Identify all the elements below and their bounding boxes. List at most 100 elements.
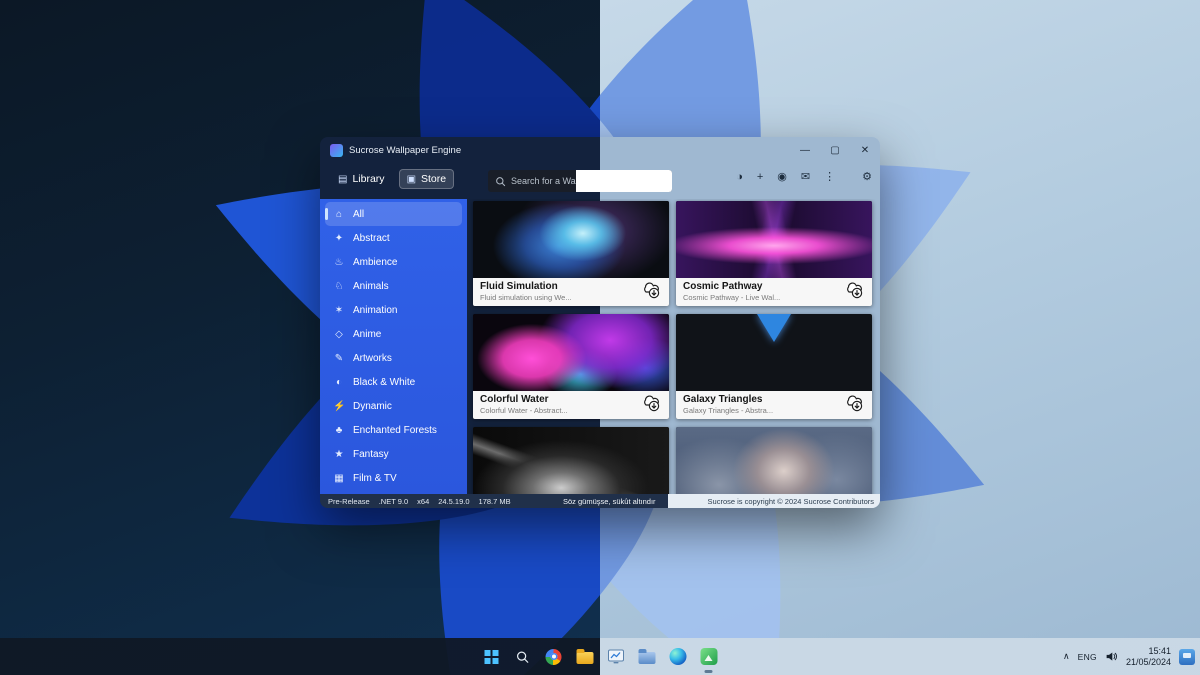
window-title: Sucrose Wallpaper Engine xyxy=(349,144,462,156)
sidebar-item-black-white[interactable]: ◐ Black & White xyxy=(325,370,462,394)
taskbar-search-button[interactable] xyxy=(510,644,536,670)
card-subtitle: Colorful Water - Abstract... xyxy=(480,406,568,415)
browser-icon xyxy=(545,648,562,665)
card-title: Fluid Simulation xyxy=(480,281,558,292)
download-icon[interactable] xyxy=(639,390,663,414)
ambience-icon: ♨ xyxy=(334,256,344,268)
record-icon[interactable]: ◉ xyxy=(777,172,787,183)
theme-toggle-icon[interactable]: ◑ xyxy=(736,172,743,183)
start-button[interactable] xyxy=(479,644,505,670)
card-title: Cosmic Pathway xyxy=(683,281,763,292)
animals-icon: ♘ xyxy=(334,280,344,292)
titlebar[interactable]: Sucrose Wallpaper Engine — ▢ ✕ xyxy=(320,137,880,163)
search-icon xyxy=(516,650,529,663)
sidebar-item-anime[interactable]: ◇ Anime xyxy=(325,322,462,346)
taskbar-sucrose-app-button[interactable] xyxy=(696,644,722,670)
status-dotnet: .NET 9.0 xyxy=(378,496,409,506)
library-icon: ▤ xyxy=(338,173,348,185)
wallpaper-card-galaxy-triangles[interactable]: Galaxy Triangles Galaxy Triangles - Abst… xyxy=(676,314,872,419)
tab-store[interactable]: ▣ Store xyxy=(398,169,455,189)
fantasy-icon: ★ xyxy=(334,448,344,460)
tray-clock[interactable]: 15:41 21/05/2024 xyxy=(1126,646,1171,667)
minimize-button[interactable]: — xyxy=(790,137,820,163)
maximize-button[interactable]: ▢ xyxy=(820,137,850,163)
edge-browser-icon xyxy=(669,648,686,665)
all-icon: ⌂ xyxy=(335,208,343,220)
sidebar-item-fantasy[interactable]: ★ Fantasy xyxy=(325,442,462,466)
status-bar: Pre-Release .NET 9.0 x64 24.5.19.0 178.7… xyxy=(320,494,880,508)
download-icon[interactable] xyxy=(842,390,866,414)
sidebar-item-dynamic[interactable]: ⚡ Dynamic xyxy=(325,394,462,418)
app-window: Sucrose Wallpaper Engine — ▢ ✕ ▤ Library… xyxy=(320,137,880,508)
more-options-icon[interactable]: ⋮ xyxy=(824,172,835,183)
animation-icon: ✶ xyxy=(334,304,344,316)
search-icon xyxy=(496,176,506,186)
notifications-icon xyxy=(1179,648,1195,665)
taskbar-file-explorer-button[interactable] xyxy=(572,644,598,670)
wallpaper-app-icon xyxy=(700,648,717,665)
file-explorer-icon xyxy=(576,649,593,664)
sidebar-item-ambience[interactable]: ♨ Ambience xyxy=(325,250,462,274)
taskbar-monitor-app-button[interactable] xyxy=(603,644,629,670)
feedback-icon[interactable]: ✉ xyxy=(801,172,810,183)
enchanted-forests-icon: ♣ xyxy=(335,424,343,436)
artworks-icon: ✎ xyxy=(334,352,344,364)
sidebar-item-all[interactable]: ⌂ All xyxy=(325,202,462,226)
card-title: Galaxy Triangles xyxy=(683,394,763,405)
status-arch: x64 xyxy=(417,496,430,506)
documents-folder-icon xyxy=(638,649,655,664)
sidebar-item-abstract[interactable]: ✦ Abstract xyxy=(325,226,462,250)
taskbar-edge-button[interactable] xyxy=(665,644,691,670)
sidebar-item-enchanted-forests[interactable]: ♣ Enchanted Forests xyxy=(325,418,462,442)
tray-chevron-up-icon[interactable]: ∧ xyxy=(1063,651,1070,662)
card-subtitle: Cosmic Pathway - Live Wal... xyxy=(683,293,781,302)
wallpaper-card-partial-2[interactable] xyxy=(676,427,872,494)
status-version: 24.5.19.0 xyxy=(438,496,470,506)
toolbar: ▤ Library ▣ Store Search for a Wallpaper… xyxy=(320,163,880,199)
wallpaper-thumbnail xyxy=(676,427,872,494)
tray-language-indicator[interactable]: ENG xyxy=(1078,652,1097,662)
status-prerelease: Pre-Release xyxy=(328,496,370,506)
sidebar-item-artworks[interactable]: ✎ Artworks xyxy=(325,346,462,370)
desktop: Sucrose Wallpaper Engine — ▢ ✕ ▤ Library… xyxy=(0,0,1200,675)
sidebar-item-animals[interactable]: ♘ Animals xyxy=(325,274,462,298)
black-white-icon: ◐ xyxy=(335,376,343,388)
monitor-app-icon xyxy=(607,649,624,664)
tray-date: 21/05/2024 xyxy=(1125,656,1171,667)
wallpaper-card-partial-1[interactable] xyxy=(473,427,669,494)
search-input[interactable] xyxy=(576,170,672,192)
tray-time: 15:41 xyxy=(1148,646,1171,656)
close-button[interactable]: ✕ xyxy=(850,137,880,163)
tray-notifications-button[interactable] xyxy=(1179,648,1195,665)
download-icon[interactable] xyxy=(842,277,866,301)
tab-library[interactable]: ▤ Library xyxy=(330,169,393,189)
wallpaper-thumbnail xyxy=(676,201,872,278)
card-subtitle: Fluid simulation using We... xyxy=(480,293,572,302)
windows-logo-icon xyxy=(484,649,499,664)
anime-icon: ◇ xyxy=(335,328,343,340)
sidebar-item-film-tv[interactable]: ▦ Film & TV xyxy=(325,466,462,490)
wallpaper-grid: Fluid Simulation Fluid simulation using … xyxy=(467,199,880,494)
taskbar: ∧ ENG 15:41 21/05/2024 xyxy=(0,638,1200,675)
wallpaper-card-colorful-water[interactable]: Colorful Water Colorful Water - Abstract… xyxy=(473,314,669,419)
card-title: Colorful Water xyxy=(480,394,549,405)
wallpaper-thumbnail xyxy=(473,314,669,391)
settings-icon[interactable]: ⚙ xyxy=(862,172,872,183)
search-bar[interactable]: Search for a Wallpaper xyxy=(488,170,672,192)
add-wallpaper-icon[interactable]: + xyxy=(757,172,763,183)
app-logo-icon xyxy=(330,143,343,157)
tray-volume-icon[interactable] xyxy=(1105,650,1118,663)
sidebar-item-animation[interactable]: ✶ Animation xyxy=(325,298,462,322)
wallpaper-card-fluid-simulation[interactable]: Fluid Simulation Fluid simulation using … xyxy=(473,201,669,306)
wallpaper-thumbnail xyxy=(473,201,669,278)
taskbar-browser-button[interactable] xyxy=(541,644,567,670)
status-message: Söz gümüşse, sükût altındır xyxy=(563,496,656,506)
status-memory: 178.7 MB xyxy=(478,496,511,506)
dynamic-icon: ⚡ xyxy=(333,400,346,412)
wallpaper-card-cosmic-pathway[interactable]: Cosmic Pathway Cosmic Pathway - Live Wal… xyxy=(676,201,872,306)
store-icon: ▣ xyxy=(406,173,417,185)
taskbar-documents-button[interactable] xyxy=(634,644,660,670)
download-icon[interactable] xyxy=(639,277,663,301)
film-tv-icon: ▦ xyxy=(334,472,344,484)
status-copyright: Sucrose is copyright © 2024 Sucrose Cont… xyxy=(707,496,874,506)
